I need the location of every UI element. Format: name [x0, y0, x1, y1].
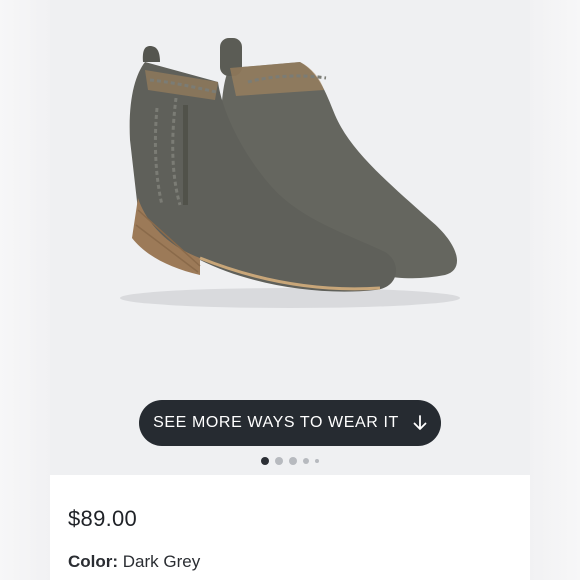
- product-image: [120, 38, 460, 308]
- color-label: Color:: [68, 552, 119, 571]
- carousel-dot[interactable]: [315, 459, 319, 463]
- left-margin: [0, 0, 50, 580]
- carousel-dot[interactable]: [303, 458, 309, 464]
- carousel-pagination: [50, 455, 530, 467]
- carousel-dot[interactable]: [289, 457, 297, 465]
- color-value: Dark Grey: [122, 552, 201, 571]
- see-more-ways-label: SEE MORE WAYS TO WEAR IT: [153, 414, 399, 431]
- product-card: SEE MORE WAYS TO WEAR IT $89.00 Color: D…: [50, 0, 530, 580]
- right-margin: [530, 0, 580, 580]
- product-image-carousel[interactable]: SEE MORE WAYS TO WEAR IT: [50, 0, 530, 475]
- carousel-dot[interactable]: [275, 457, 283, 465]
- color-selection: Color: Dark Grey: [68, 552, 200, 572]
- see-more-ways-button[interactable]: SEE MORE WAYS TO WEAR IT: [139, 400, 441, 446]
- carousel-dot[interactable]: [261, 457, 269, 465]
- arrow-down-icon: [413, 415, 427, 431]
- product-price: $89.00: [68, 506, 138, 531]
